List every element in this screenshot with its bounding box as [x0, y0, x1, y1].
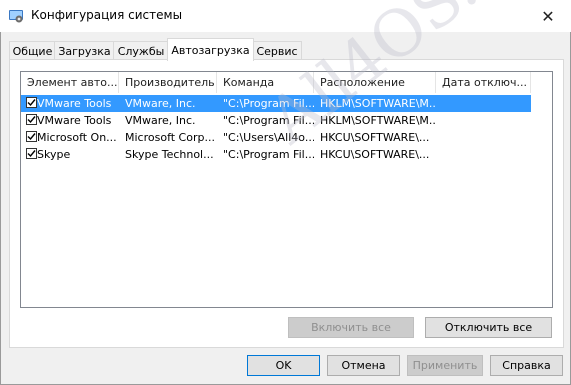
table-row[interactable]: VMware Tools VMware, Inc. "C:\Program Fi… [21, 112, 531, 129]
tab-general[interactable]: Общие [9, 41, 56, 60]
cell-disabled-date [436, 95, 531, 112]
system-config-icon [8, 8, 24, 24]
cell-publisher: Skype Technol... [125, 148, 214, 161]
close-button[interactable]: ✕ [525, 0, 571, 32]
cancel-button[interactable]: Отмена [327, 355, 400, 376]
apply-button[interactable]: Применить [407, 355, 483, 376]
help-button[interactable]: Справка [490, 355, 563, 376]
cell-disabled-date [436, 129, 531, 146]
cell-item: VMware Tools [37, 97, 112, 110]
column-header-command[interactable]: Команда [217, 72, 314, 93]
startup-tab-panel: Элемент авто... Производитель Команда Ра… [9, 59, 564, 348]
cell-command: "C:\Program Fil... [223, 114, 314, 127]
cell-command: "C:\Users\All4o... [223, 131, 314, 144]
close-icon: ✕ [541, 6, 555, 26]
disable-all-button[interactable]: Отключить все [425, 317, 552, 338]
title-bar[interactable]: Конфигурация системы ✕ [0, 0, 571, 32]
cell-location: HKCU\SOFTWARE\... [320, 131, 430, 144]
cell-command: "C:\Program Fil... [223, 97, 314, 110]
enable-all-button[interactable]: Включить все [288, 317, 414, 338]
cell-publisher: VMware, Inc. [125, 114, 196, 127]
cell-command: "C:\Program Fil... [223, 148, 314, 161]
cell-publisher: VMware, Inc. [125, 97, 196, 110]
cell-disabled-date [436, 112, 531, 129]
cell-disabled-date [436, 146, 531, 163]
tab-services[interactable]: Службы [113, 41, 169, 60]
table-row[interactable]: Microsoft On... Microsoft Corp... "C:\Us… [21, 129, 531, 146]
tab-tools[interactable]: Сервис [252, 41, 302, 60]
column-header-location[interactable]: Расположение [314, 72, 436, 93]
tab-startup[interactable]: Автозагрузка [167, 38, 254, 61]
column-header-disabled-date[interactable]: Дата отключ... [436, 72, 531, 93]
startup-items-list[interactable]: Элемент авто... Производитель Команда Ра… [20, 71, 553, 308]
tab-boot[interactable]: Загрузка [54, 41, 115, 60]
column-header-item[interactable]: Элемент авто... [21, 72, 119, 93]
cell-item: VMware Tools [37, 114, 112, 127]
column-headers: Элемент авто... Производитель Команда Ра… [21, 72, 552, 93]
cell-location: HKLM\SOFTWARE\M... [320, 114, 436, 127]
cell-publisher: Microsoft Corp... [125, 131, 215, 144]
cell-location: HKCU\SOFTWARE\... [320, 148, 430, 161]
table-row[interactable]: VMware Tools VMware, Inc. "C:\Program Fi… [21, 95, 531, 112]
column-header-publisher[interactable]: Производитель [119, 72, 217, 93]
ok-button[interactable]: OK [247, 355, 320, 376]
cell-item: Microsoft On... [37, 131, 117, 144]
window-title: Конфигурация системы [31, 8, 183, 22]
table-row[interactable]: Skype Skype Technol... "C:\Program Fil..… [21, 146, 531, 163]
cell-item: Skype [37, 148, 71, 161]
cell-location: HKLM\SOFTWARE\M... [320, 97, 436, 110]
